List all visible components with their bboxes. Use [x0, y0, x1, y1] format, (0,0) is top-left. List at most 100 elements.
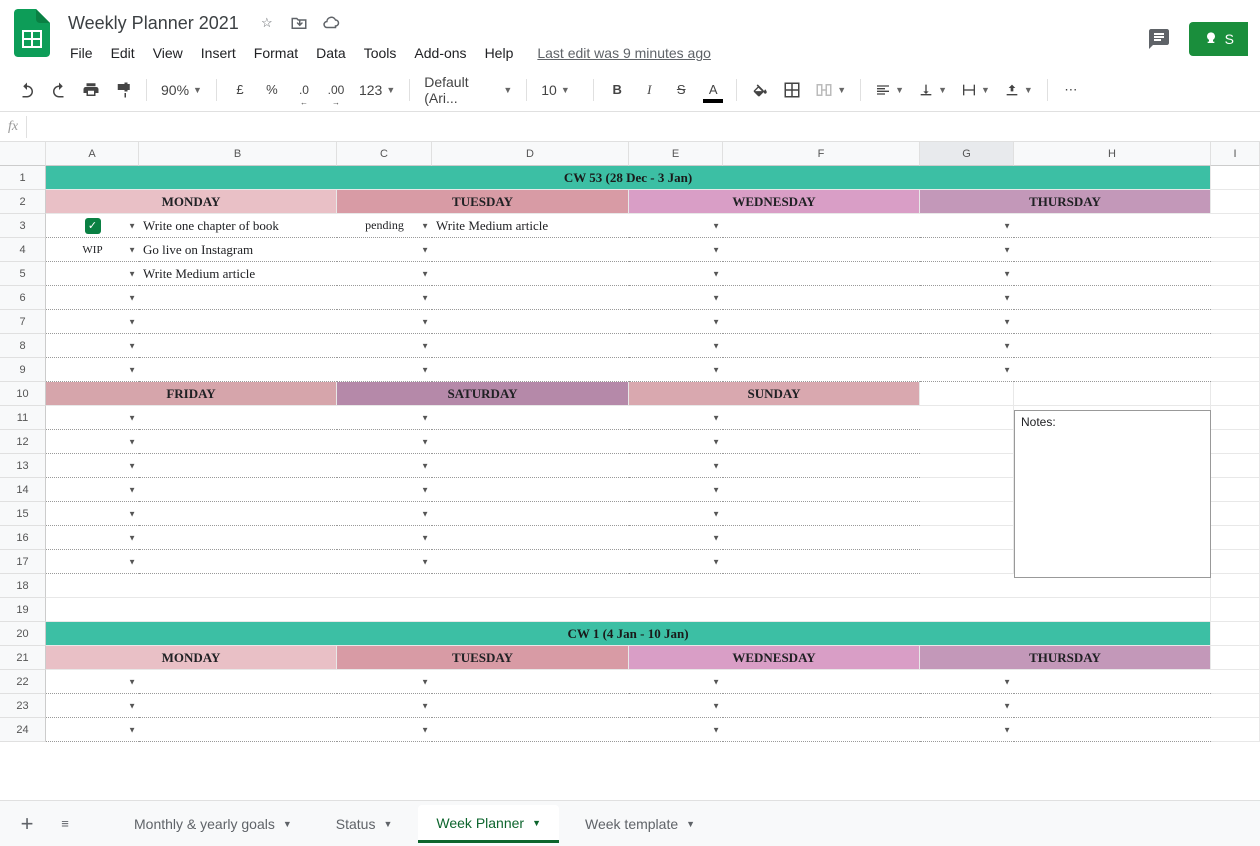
zoom-dropdown[interactable]: 90% ▼	[155, 82, 208, 98]
task-cell[interactable]	[723, 550, 920, 574]
chevron-down-icon[interactable]: ▼	[712, 701, 720, 710]
status-cell[interactable]: ▼	[46, 286, 139, 310]
status-cell[interactable]: ▼	[337, 430, 432, 454]
cell[interactable]	[1211, 262, 1260, 286]
task-cell[interactable]: Write Medium article	[139, 262, 337, 286]
task-cell[interactable]	[723, 718, 920, 742]
task-cell[interactable]	[723, 430, 920, 454]
status-cell[interactable]: ▼	[46, 502, 139, 526]
day-header-saturday[interactable]: SATURDAY	[337, 382, 629, 406]
row-header[interactable]: 11	[0, 406, 46, 430]
chevron-down-icon[interactable]: ▼	[128, 365, 136, 374]
task-cell[interactable]	[432, 478, 629, 502]
task-cell[interactable]	[723, 502, 920, 526]
chevron-down-icon[interactable]: ▼	[421, 461, 429, 470]
cloud-status-icon[interactable]	[321, 13, 341, 33]
day-header-thursday[interactable]: THURSDAY	[920, 190, 1211, 214]
task-cell[interactable]	[1014, 310, 1211, 334]
cell[interactable]	[1211, 598, 1260, 622]
chevron-down-icon[interactable]: ▼	[1003, 221, 1011, 230]
chevron-down-icon[interactable]: ▼	[421, 509, 429, 518]
status-cell[interactable]: ▼	[337, 694, 432, 718]
day-header-thursday[interactable]: THURSDAY	[920, 646, 1211, 670]
status-cell[interactable]: ▼	[46, 262, 139, 286]
row-header[interactable]: 4	[0, 238, 46, 262]
task-cell[interactable]	[723, 406, 920, 430]
day-header-monday[interactable]: MONDAY	[46, 190, 337, 214]
status-cell[interactable]: ✓▼	[46, 214, 139, 238]
status-cell[interactable]: ▼	[46, 718, 139, 742]
cell[interactable]	[1211, 214, 1260, 238]
chevron-down-icon[interactable]: ▼	[421, 701, 429, 710]
menu-tools[interactable]: Tools	[356, 41, 405, 65]
day-header-tuesday[interactable]: TUESDAY	[337, 190, 629, 214]
task-cell[interactable]	[139, 694, 337, 718]
chevron-down-icon[interactable]: ▼	[421, 293, 429, 302]
task-cell[interactable]	[139, 310, 337, 334]
bold-button[interactable]: B	[602, 75, 632, 105]
row-header[interactable]: 6	[0, 286, 46, 310]
col-header[interactable]: I	[1211, 142, 1260, 166]
status-cell[interactable]: ▼	[337, 334, 432, 358]
task-cell[interactable]	[432, 550, 629, 574]
day-header-friday[interactable]: FRIDAY	[46, 382, 337, 406]
wrap-button[interactable]: ▼	[955, 82, 996, 98]
status-cell[interactable]: WIP▼	[46, 238, 139, 262]
status-cell[interactable]: ▼	[337, 670, 432, 694]
undo-icon[interactable]	[12, 75, 42, 105]
select-all-corner[interactable]	[0, 142, 46, 166]
chevron-down-icon[interactable]: ▼	[1003, 725, 1011, 734]
chevron-down-icon[interactable]: ▼	[128, 461, 136, 470]
cell[interactable]	[1211, 190, 1260, 214]
chevron-down-icon[interactable]: ▼	[421, 341, 429, 350]
status-cell[interactable]: ▼	[46, 670, 139, 694]
task-cell[interactable]	[432, 262, 629, 286]
cell[interactable]	[1211, 694, 1260, 718]
row-header[interactable]: 8	[0, 334, 46, 358]
chevron-down-icon[interactable]: ▼	[128, 317, 136, 326]
cell[interactable]	[1211, 310, 1260, 334]
chevron-down-icon[interactable]: ▼	[1003, 701, 1011, 710]
status-cell[interactable]: ▼	[629, 550, 723, 574]
add-sheet-button[interactable]: +	[12, 809, 42, 839]
chevron-down-icon[interactable]: ▼	[283, 819, 292, 829]
notes-box[interactable]: Notes:	[1014, 410, 1211, 578]
row-header[interactable]: 16	[0, 526, 46, 550]
col-header[interactable]: F	[723, 142, 920, 166]
row-header[interactable]: 5	[0, 262, 46, 286]
task-cell[interactable]	[139, 670, 337, 694]
task-cell[interactable]	[1014, 262, 1211, 286]
cell[interactable]	[1211, 574, 1260, 598]
status-cell[interactable]: ▼	[337, 262, 432, 286]
row-header[interactable]: 9	[0, 358, 46, 382]
row-header[interactable]: 10	[0, 382, 46, 406]
row-header[interactable]: 3	[0, 214, 46, 238]
cell[interactable]	[920, 454, 1014, 478]
cell[interactable]	[1211, 550, 1260, 574]
chevron-down-icon[interactable]: ▼	[128, 293, 136, 302]
chevron-down-icon[interactable]: ▼	[712, 437, 720, 446]
row-header[interactable]: 24	[0, 718, 46, 742]
sheets-logo[interactable]	[12, 8, 52, 58]
borders-button[interactable]	[777, 75, 807, 105]
status-cell[interactable]: ▼	[920, 286, 1014, 310]
cell[interactable]	[1211, 166, 1260, 190]
day-header-monday[interactable]: MONDAY	[46, 646, 337, 670]
chevron-down-icon[interactable]: ▼	[128, 485, 136, 494]
row-header[interactable]: 2	[0, 190, 46, 214]
chevron-down-icon[interactable]: ▼	[712, 557, 720, 566]
task-cell[interactable]	[139, 454, 337, 478]
status-cell[interactable]: ▼	[337, 286, 432, 310]
status-cell[interactable]: ▼	[920, 334, 1014, 358]
week-header[interactable]: CW 1 (4 Jan - 10 Jan)	[46, 622, 1211, 646]
status-cell[interactable]: ▼	[337, 718, 432, 742]
col-header[interactable]: D	[432, 142, 629, 166]
chevron-down-icon[interactable]: ▼	[712, 221, 720, 230]
increase-decimals-button[interactable]: .00→	[321, 75, 351, 105]
task-cell[interactable]	[432, 334, 629, 358]
task-cell[interactable]	[1014, 286, 1211, 310]
comments-icon[interactable]	[1145, 25, 1173, 53]
task-cell[interactable]	[723, 694, 920, 718]
cell[interactable]	[1211, 622, 1260, 646]
row-header[interactable]: 14	[0, 478, 46, 502]
